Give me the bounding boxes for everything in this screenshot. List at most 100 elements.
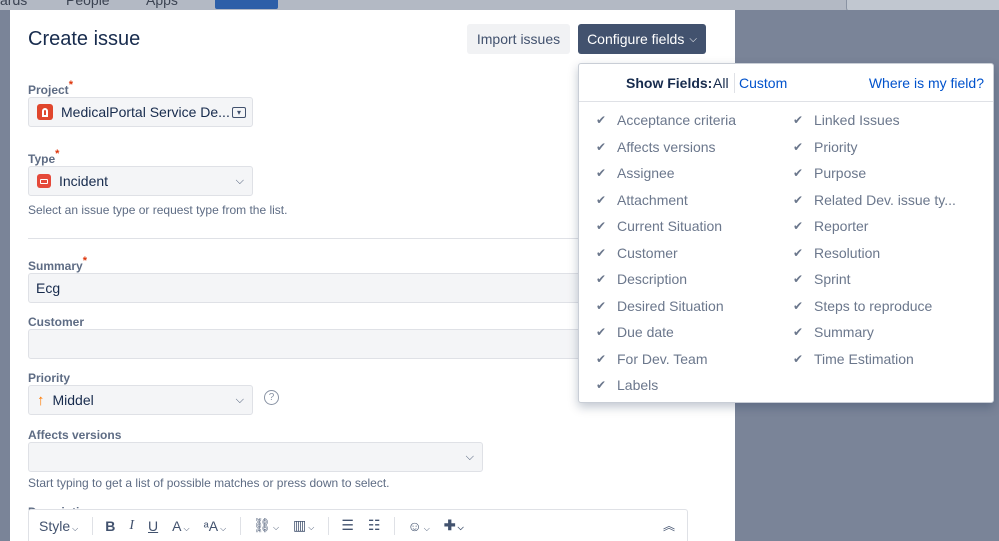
- attachment-icon[interactable]: ▥ ⌵: [293, 517, 314, 534]
- divider: [734, 73, 735, 93]
- checkmark-icon: ✔: [793, 192, 804, 207]
- nav-dashboards[interactable]: ards: [0, 0, 27, 8]
- bullet-list-icon[interactable]: ☰: [341, 517, 354, 534]
- project-label: Project*: [28, 79, 73, 97]
- collapse-toolbar-icon[interactable]: ︽: [663, 517, 675, 534]
- modal-title: Create issue: [28, 28, 141, 50]
- field-option[interactable]: ✔ Desired Situation: [596, 298, 724, 314]
- field-option-label: Summary: [814, 324, 874, 340]
- checkmark-icon: ✔: [596, 325, 607, 339]
- affects-versions-label: Affects versions: [28, 428, 122, 442]
- where-is-my-field-link[interactable]: Where is my field?: [869, 75, 984, 91]
- chevron-down-icon: ⌵: [235, 174, 244, 187]
- underline-icon[interactable]: U: [148, 518, 158, 534]
- field-option-label: Related Dev. issue ty...: [814, 191, 956, 208]
- field-option[interactable]: ✔ Purpose: [793, 165, 866, 181]
- project-icon: [37, 104, 53, 120]
- summary-label: Summary*: [28, 255, 87, 273]
- italic-icon[interactable]: I: [129, 518, 134, 534]
- field-option[interactable]: ✔ Reporter: [793, 218, 868, 234]
- field-option-label: Affects versions: [617, 138, 716, 155]
- checkmark-icon: ✔: [793, 272, 804, 286]
- issue-type-value: Incident: [59, 173, 109, 189]
- dropdown-header: Show Fields: All Custom Where is my fiel…: [579, 64, 993, 102]
- checkmark-icon: ✔: [793, 166, 804, 180]
- field-option[interactable]: ✔ Summary: [793, 324, 874, 340]
- configure-fields-dropdown: Show Fields: All Custom Where is my fiel…: [578, 63, 994, 403]
- field-option[interactable]: ✔ For Dev. Team: [596, 351, 708, 367]
- checkmark-icon: ✔: [596, 245, 607, 260]
- field-option[interactable]: ✔ Resolution: [793, 245, 880, 261]
- checkmark-icon: ✔: [793, 219, 804, 233]
- plus-icon[interactable]: ✚ ⌵: [444, 517, 464, 534]
- text-format-icon[interactable]: ᵃA ⌵: [204, 518, 227, 534]
- field-option-label: Steps to reproduce: [814, 297, 933, 314]
- affects-versions-select[interactable]: ⌵: [28, 442, 483, 472]
- numbered-list-icon[interactable]: ☷: [368, 517, 381, 534]
- field-option[interactable]: ✔ Affects versions: [596, 139, 716, 155]
- show-fields-label: Show Fields:: [626, 75, 713, 91]
- checkmark-icon: ✔: [596, 139, 607, 154]
- field-option-label: Due date: [617, 324, 674, 340]
- checkmark-icon: ✔: [793, 351, 804, 366]
- field-option[interactable]: ✔ Current Situation: [596, 218, 722, 234]
- field-option-label: Priority: [814, 138, 858, 155]
- field-option[interactable]: ✔ Related Dev. issue ty...: [793, 192, 956, 208]
- field-option-label: Acceptance criteria: [617, 112, 737, 128]
- field-option[interactable]: ✔ Sprint: [793, 271, 851, 287]
- project-select[interactable]: MedicalPortal Service De... ▾: [28, 97, 253, 127]
- link-icon[interactable]: ⛓ ⌵: [253, 517, 279, 534]
- import-issues-button[interactable]: Import issues: [467, 24, 570, 54]
- customer-input[interactable]: [28, 329, 588, 359]
- field-option[interactable]: ✔ Customer: [596, 245, 678, 261]
- field-option-label: Desired Situation: [617, 297, 724, 314]
- field-option[interactable]: ✔ Time Estimation: [793, 351, 914, 367]
- priority-select[interactable]: ↑ Middel ⌵: [28, 385, 253, 415]
- style-dropdown[interactable]: Style ⌵: [39, 518, 78, 534]
- issue-type-select[interactable]: Incident ⌵: [28, 166, 253, 196]
- nav-apps[interactable]: Apps: [146, 0, 178, 8]
- field-option[interactable]: ✔ Labels: [596, 377, 658, 393]
- field-option[interactable]: ✔ Priority: [793, 139, 858, 155]
- field-option[interactable]: ✔ Linked Issues: [793, 112, 900, 128]
- type-helper-text: Select an issue type or request type fro…: [28, 203, 288, 217]
- field-option[interactable]: ✔ Description: [596, 271, 687, 287]
- create-button[interactable]: [215, 0, 278, 9]
- type-label: Type*: [28, 148, 60, 166]
- emoji-icon[interactable]: ☺ ⌵: [407, 518, 429, 534]
- dropdown-toggle-icon[interactable]: ▾: [232, 106, 246, 118]
- field-option[interactable]: ✔ Attachment: [596, 192, 688, 208]
- show-all-option[interactable]: All: [713, 75, 729, 91]
- required-asterisk: *: [55, 148, 60, 160]
- question-circle-icon[interactable]: ?: [264, 390, 279, 405]
- checkmark-icon: ✔: [596, 351, 607, 366]
- field-option-label: Description: [617, 271, 688, 287]
- field-option-label: Assignee: [617, 165, 675, 181]
- required-asterisk: *: [82, 255, 87, 267]
- chevron-down-icon: ⌵: [465, 450, 474, 463]
- field-option[interactable]: ✔ Acceptance criteria: [596, 112, 736, 128]
- field-option-label: Reporter: [814, 218, 869, 234]
- text-color-icon[interactable]: A ⌵: [172, 518, 189, 534]
- show-custom-option[interactable]: Custom: [739, 75, 787, 91]
- checkmark-icon: ✔: [596, 219, 607, 233]
- checkmark-icon: ✔: [596, 272, 607, 286]
- arrow-up-icon: ↑: [37, 391, 45, 409]
- priority-label: Priority: [28, 371, 71, 385]
- field-option-label: Sprint: [814, 271, 851, 287]
- checkmark-icon: ✔: [793, 298, 804, 313]
- checkmark-icon: ✔: [793, 139, 804, 154]
- dimmed-background-left: [0, 10, 10, 541]
- checkmark-icon: ✔: [793, 113, 804, 127]
- field-option[interactable]: ✔ Due date: [596, 324, 674, 340]
- field-option[interactable]: ✔ Steps to reproduce: [793, 298, 932, 314]
- configure-fields-button[interactable]: Configure fields ⌵: [578, 24, 706, 54]
- checkmark-icon: ✔: [596, 192, 607, 207]
- editor-toolbar: Style ⌵ B I U A ⌵ ᵃA ⌵ ⛓ ⌵ ▥ ⌵ ☰ ☷ ☺ ⌵ ✚ ⌵ ︽: [28, 509, 688, 541]
- bold-icon[interactable]: B: [105, 518, 115, 534]
- nav-people[interactable]: People: [66, 0, 110, 8]
- summary-input[interactable]: Ecg: [28, 273, 588, 303]
- priority-value: Middel: [52, 392, 94, 408]
- customer-label: Customer: [28, 315, 85, 329]
- field-option[interactable]: ✔ Assignee: [596, 165, 675, 181]
